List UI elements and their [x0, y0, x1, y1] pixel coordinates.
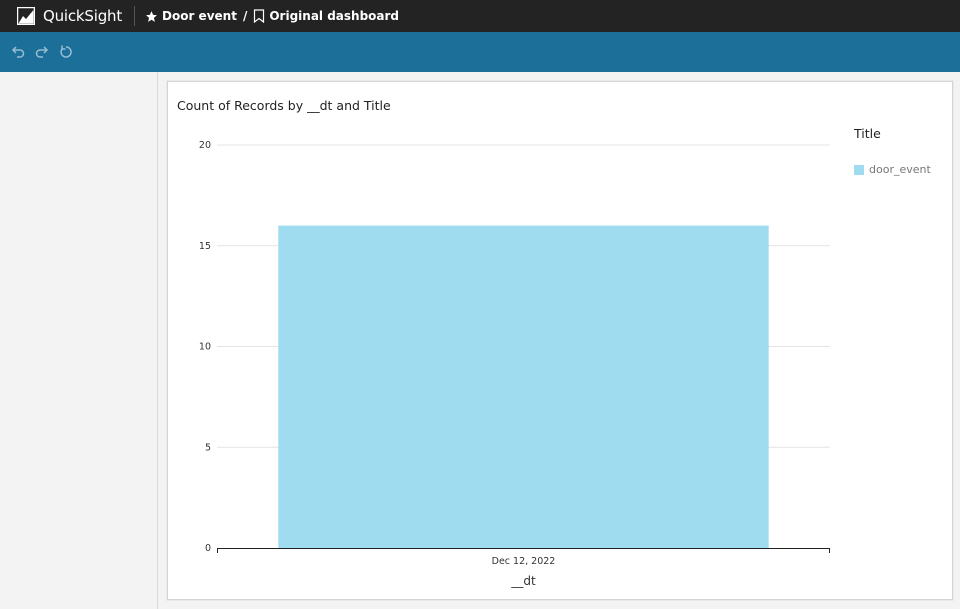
star-icon[interactable] [145, 10, 158, 23]
quicksight-logo-icon [17, 7, 35, 25]
breadcrumb-separator: / [242, 9, 248, 23]
breadcrumb-analysis[interactable]: Door event [162, 9, 237, 23]
y-tick-label: 10 [199, 342, 211, 353]
breadcrumb-dashboard[interactable]: Original dashboard [269, 9, 399, 23]
quicksight-logo[interactable]: QuickSight [0, 0, 122, 32]
breadcrumb: Door event / Original dashboard [145, 9, 399, 23]
y-tick-label: 5 [205, 442, 211, 453]
toolbar [0, 32, 960, 72]
x-tick-label: Dec 12, 2022 [492, 556, 556, 567]
reset-icon[interactable] [58, 44, 74, 60]
chart-plot: 0 5 10 15 20 Dec 12, 2022 __dt [199, 140, 830, 588]
redo-icon[interactable] [34, 44, 50, 60]
y-tick-label: 20 [199, 140, 211, 151]
y-tick-label: 0 [205, 543, 211, 554]
bar-chart-visual[interactable]: Count of Records by __dt and Title Title… [167, 81, 953, 600]
y-tick-label: 15 [199, 241, 211, 252]
undo-icon[interactable] [10, 44, 26, 60]
top-bar: QuickSight Door event / Original dashboa… [0, 0, 960, 32]
app-name: QuickSight [43, 7, 123, 25]
x-axis-title: __dt [510, 574, 536, 588]
bar[interactable] [278, 225, 769, 548]
header-divider [134, 6, 136, 26]
bookmark-icon [254, 9, 265, 23]
left-pane [0, 72, 158, 609]
